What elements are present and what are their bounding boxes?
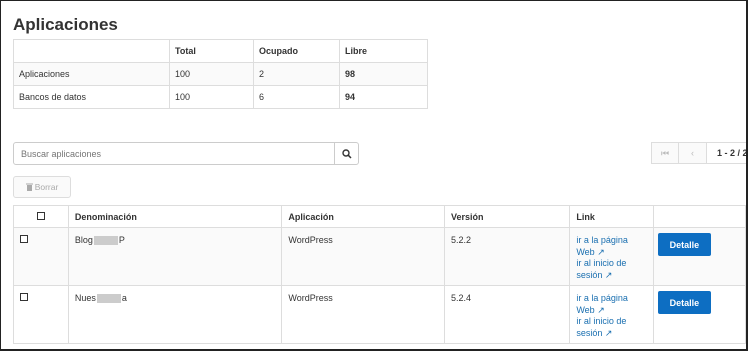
actions-cell: Detalle xyxy=(652,285,746,344)
header-name: Denominación xyxy=(67,205,283,228)
summary-row: Aplicaciones 100 2 98 xyxy=(13,62,428,86)
app-name-suffix: P xyxy=(118,235,125,245)
external-link-icon: ↗ xyxy=(604,327,613,338)
summary-header-used: Ocupado xyxy=(253,39,340,63)
actions-cell: Detalle xyxy=(652,227,746,286)
search-input[interactable] xyxy=(13,142,335,165)
delete-label: Borrar xyxy=(34,182,59,192)
app-name-prefix: Blog xyxy=(74,235,93,245)
table-row: Nues a WordPress 5.2.4 ir a la página Web… xyxy=(13,285,746,344)
app-links: ir a la página Web ↗ ir al inicio de ses… xyxy=(569,227,654,286)
header-version: Versión xyxy=(443,205,571,228)
app-version: 5.2.2 xyxy=(443,227,571,286)
summary-label: Bancos de datos xyxy=(13,85,170,109)
row-select-cell xyxy=(13,285,69,344)
external-link-icon: ↗ xyxy=(597,246,605,257)
summary-table: Total Ocupado Libre Aplicaciones 100 2 9… xyxy=(13,39,428,109)
header-link: Link xyxy=(569,205,654,228)
header-actions xyxy=(652,205,746,228)
website-link[interactable]: ir a la página Web ↗ xyxy=(576,235,647,258)
app-type: WordPress xyxy=(281,285,445,344)
app-name-prefix: Nues xyxy=(74,293,96,303)
app-version: 5.2.4 xyxy=(443,285,571,344)
app-links: ir a la página Web ↗ ir al inicio de ses… xyxy=(569,285,654,344)
row-checkbox[interactable] xyxy=(20,235,28,243)
detail-button[interactable]: Detalle xyxy=(657,291,711,314)
login-link[interactable]: ir al inicio de sesión ↗ xyxy=(576,316,647,339)
page-range: 1 - 2 / 2 xyxy=(707,142,746,164)
pagination: ⏮ ‹ 1 - 2 / 2 xyxy=(651,142,746,164)
summary-row: Bancos de datos 100 6 94 xyxy=(13,85,428,109)
app-name-suffix: a xyxy=(121,293,127,303)
search-button[interactable] xyxy=(334,142,359,165)
login-link-text: ir al inicio de sesión xyxy=(576,258,627,280)
login-link-text: ir al inicio de sesión xyxy=(576,316,627,338)
delete-button[interactable]: Borrar xyxy=(13,176,71,198)
summary-used: 2 xyxy=(253,62,340,86)
trash-icon xyxy=(25,183,33,191)
summary-header-total: Total xyxy=(169,39,254,63)
summary-label: Aplicaciones xyxy=(13,62,170,86)
app-frame: Aplicaciones Total Ocupado Libre Aplicac… xyxy=(0,0,748,351)
redacted-block xyxy=(93,236,118,246)
select-all-cell xyxy=(13,205,69,228)
select-all-checkbox[interactable] xyxy=(36,211,45,220)
row-select-cell xyxy=(13,227,69,286)
app-type: WordPress xyxy=(281,227,445,286)
website-link[interactable]: ir a la página Web ↗ xyxy=(576,293,647,316)
summary-free: 94 xyxy=(339,85,428,109)
detail-button[interactable]: Detalle xyxy=(657,233,711,256)
redacted-block xyxy=(96,294,121,304)
summary-free: 98 xyxy=(339,62,428,86)
external-link-icon: ↗ xyxy=(604,269,613,280)
row-checkbox[interactable] xyxy=(20,293,28,301)
app-name: Nues a xyxy=(67,285,283,344)
prev-page-button[interactable]: ‹ xyxy=(679,142,707,164)
summary-header-empty xyxy=(13,39,170,63)
summary-total: 100 xyxy=(169,62,254,86)
summary-total: 100 xyxy=(169,85,254,109)
external-link-icon: ↗ xyxy=(597,304,605,315)
summary-header-free: Libre xyxy=(339,39,428,63)
summary-used: 6 xyxy=(253,85,340,109)
search-icon xyxy=(341,148,352,159)
page-title: Aplicaciones xyxy=(13,15,118,34)
login-link[interactable]: ir al inicio de sesión ↗ xyxy=(576,258,647,281)
first-page-button[interactable]: ⏮ xyxy=(651,142,679,164)
app-name: Blog P xyxy=(67,227,283,286)
header-app: Aplicación xyxy=(281,205,445,228)
table-row: Blog P WordPress 5.2.2 ir a la página Web… xyxy=(13,227,746,286)
apps-table: Denominación Aplicación Versión Link Blo… xyxy=(13,205,746,344)
